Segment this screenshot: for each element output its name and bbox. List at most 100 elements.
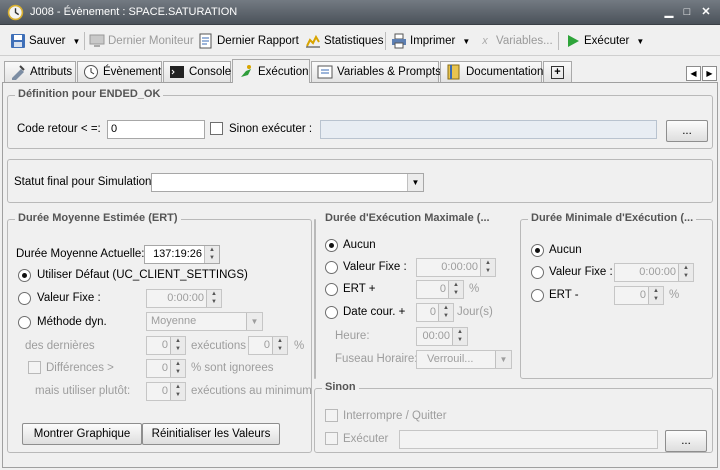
sinon-execute-input[interactable] xyxy=(399,430,658,449)
print-button[interactable]: Imprimer ▼ xyxy=(391,30,470,52)
max-fixed-spinner[interactable]: 0:00:00 ▲ ▼ xyxy=(416,258,496,277)
sinon-legend: Sinon xyxy=(322,381,359,393)
tab-documentation[interactable]: Documentation xyxy=(440,61,543,82)
min-fixed-spinner[interactable]: 0:00:00 ▲ ▼ xyxy=(614,263,694,282)
differences-checkbox[interactable] xyxy=(28,361,41,374)
simulation-status-select[interactable]: ▼ xyxy=(151,173,424,192)
min-ert-value: 0 xyxy=(639,289,646,301)
else-browse-button[interactable]: ... xyxy=(666,120,708,142)
min-ert-spinner[interactable]: 0 ▲ ▼ xyxy=(614,286,664,305)
save-button[interactable]: Sauver ▼ xyxy=(10,30,80,52)
spinner-arrows-icon[interactable]: ▲ ▼ xyxy=(678,264,693,281)
tab-execution[interactable]: Exécution xyxy=(232,59,310,83)
definition-legend: Définition pour ENDED_OK xyxy=(15,88,164,100)
definition-group: Définition pour ENDED_OK Code retour < =… xyxy=(7,88,713,149)
return-code-input[interactable]: 0 xyxy=(107,120,205,139)
return-code-label: Code retour < =: xyxy=(17,123,101,135)
fixed-value-radio[interactable] xyxy=(18,292,31,305)
show-graph-button[interactable]: Montrer Graphique xyxy=(22,423,142,445)
spinner-arrows-icon[interactable]: ▲ ▼ xyxy=(170,337,185,354)
play-icon xyxy=(568,35,579,47)
chevron-down-icon[interactable]: ▼ xyxy=(495,351,511,368)
tab-console[interactable]: Console xyxy=(163,61,231,82)
spinner-arrows-icon[interactable]: ▲ ▼ xyxy=(206,290,221,307)
spinner-arrows-icon[interactable]: ▲ ▼ xyxy=(452,328,467,345)
close-icon[interactable]: ✕ xyxy=(698,5,714,19)
dynamic-method-radio[interactable] xyxy=(18,316,31,329)
dynamic-method-select[interactable]: Moyenne ▼ xyxy=(146,312,263,331)
else-execute-input[interactable] xyxy=(320,120,657,139)
tab-attributs[interactable]: Attributs xyxy=(4,61,76,82)
differences-value: 0 xyxy=(161,362,168,374)
use-default-label: Utiliser Défaut (UC_CLIENT_SETTINGS) xyxy=(37,269,248,281)
abort-checkbox[interactable] xyxy=(325,409,338,422)
sinon-execute-checkbox[interactable] xyxy=(325,432,338,445)
toolbar: Sauver ▼ Dernier Moniteur Dernier Rapport… xyxy=(0,26,720,56)
last-monitor-button[interactable]: Dernier Moniteur xyxy=(89,30,194,52)
use-default-radio[interactable] xyxy=(18,269,31,282)
chevron-down-icon[interactable]: ▼ xyxy=(72,37,80,46)
reset-values-button[interactable]: Réinitialiser les Valeurs xyxy=(142,423,280,445)
spinner-arrows-icon[interactable]: ▲ ▼ xyxy=(204,246,219,263)
statistics-button[interactable]: Statistiques xyxy=(305,30,383,52)
tab-evenement[interactable]: Évènement xyxy=(77,61,162,82)
chevron-down-icon[interactable]: ▼ xyxy=(462,37,470,46)
dynamic-method-value: Moyenne xyxy=(151,315,197,327)
toolbar-separator xyxy=(558,32,559,50)
max-none-radio[interactable] xyxy=(325,239,338,252)
min-ert-radio[interactable] xyxy=(531,289,544,302)
runner-icon xyxy=(241,64,251,77)
max-timezone-value: Verrouil... xyxy=(427,353,474,365)
toolbar-separator xyxy=(385,32,386,50)
chevron-down-icon[interactable]: ▼ xyxy=(246,313,262,330)
spinner-arrows-icon[interactable]: ▲ ▼ xyxy=(272,337,287,354)
tab-scroll-left-icon[interactable]: ◀ xyxy=(686,66,701,81)
spinner-arrows-icon[interactable]: ▲ ▼ xyxy=(438,304,453,321)
else-execute-checkbox[interactable] xyxy=(210,122,223,135)
variables-button[interactable]: x Variables... xyxy=(477,30,552,52)
fixed-value-value: 0:00:00 xyxy=(167,292,204,304)
last-executions-spinner[interactable]: 0 ▲ ▼ xyxy=(146,336,186,355)
tab-label: Variables & Prompts xyxy=(337,66,441,78)
max-date-radio[interactable] xyxy=(325,306,338,319)
differences-spinner[interactable]: 0 ▲ ▼ xyxy=(146,359,186,378)
variables-icon: x xyxy=(482,35,488,47)
last-executions-label: des dernières xyxy=(25,340,95,352)
current-duration-spinner[interactable]: 137:19:26 ▲ ▼ xyxy=(144,245,220,264)
window-title: J008 - Évènement : SPACE.SATURATION xyxy=(30,6,238,18)
simulation-status-label: Statut final pour Simulation: xyxy=(14,176,155,188)
sinon-browse-button[interactable]: ... xyxy=(665,430,707,452)
spinner-arrows-icon[interactable]: ▲ ▼ xyxy=(170,383,185,400)
use-rather-spinner[interactable]: 0 ▲ ▼ xyxy=(146,382,186,401)
tab-variables-prompts[interactable]: Variables & Prompts xyxy=(311,61,441,82)
max-duration-legend: Durée d'Exécution Maximale (... xyxy=(322,212,493,224)
last-report-button[interactable]: Dernier Rapport xyxy=(198,30,299,52)
spinner-arrows-icon[interactable]: ▲ ▼ xyxy=(448,281,463,298)
spinner-arrows-icon[interactable]: ▲ ▼ xyxy=(170,360,185,377)
max-ert-spinner[interactable]: 0 ▲ ▼ xyxy=(416,280,464,299)
execute-button[interactable]: Exécuter ▼ xyxy=(565,30,644,52)
spinner-arrows-icon[interactable]: ▲ ▼ xyxy=(480,259,495,276)
tab-scroll-right-icon[interactable]: ▶ xyxy=(702,66,717,81)
max-timezone-select[interactable]: Verrouil... ▼ xyxy=(416,350,512,369)
chevron-down-icon[interactable]: ▼ xyxy=(407,174,423,191)
max-date-label: Date cour. + xyxy=(343,306,406,318)
title-bar: J008 - Évènement : SPACE.SATURATION ▁ □ … xyxy=(0,0,720,25)
fixed-value-spinner[interactable]: 0:00:00 ▲ ▼ xyxy=(146,289,222,308)
max-time-spinner[interactable]: 00:00 ▲ ▼ xyxy=(416,327,468,346)
min-fixed-radio[interactable] xyxy=(531,266,544,279)
book-icon xyxy=(447,64,460,80)
add-tab-button[interactable]: + xyxy=(543,61,572,82)
minimize-icon[interactable]: ▁ xyxy=(661,5,677,19)
chevron-down-icon[interactable]: ▼ xyxy=(636,37,644,46)
report-icon xyxy=(199,33,212,49)
executions-percent-spinner[interactable]: 0 ▲ ▼ xyxy=(248,336,288,355)
max-date-spinner[interactable]: 0 ▲ ▼ xyxy=(416,303,454,322)
max-fixed-radio[interactable] xyxy=(325,261,338,274)
max-duration-group: Durée d'Exécution Maximale (... Aucun Va… xyxy=(314,212,512,379)
max-ert-radio[interactable] xyxy=(325,283,338,296)
variables-icon xyxy=(317,65,333,79)
spinner-arrows-icon[interactable]: ▲ ▼ xyxy=(648,287,663,304)
min-none-radio[interactable] xyxy=(531,244,544,257)
maximize-icon[interactable]: □ xyxy=(679,5,695,19)
